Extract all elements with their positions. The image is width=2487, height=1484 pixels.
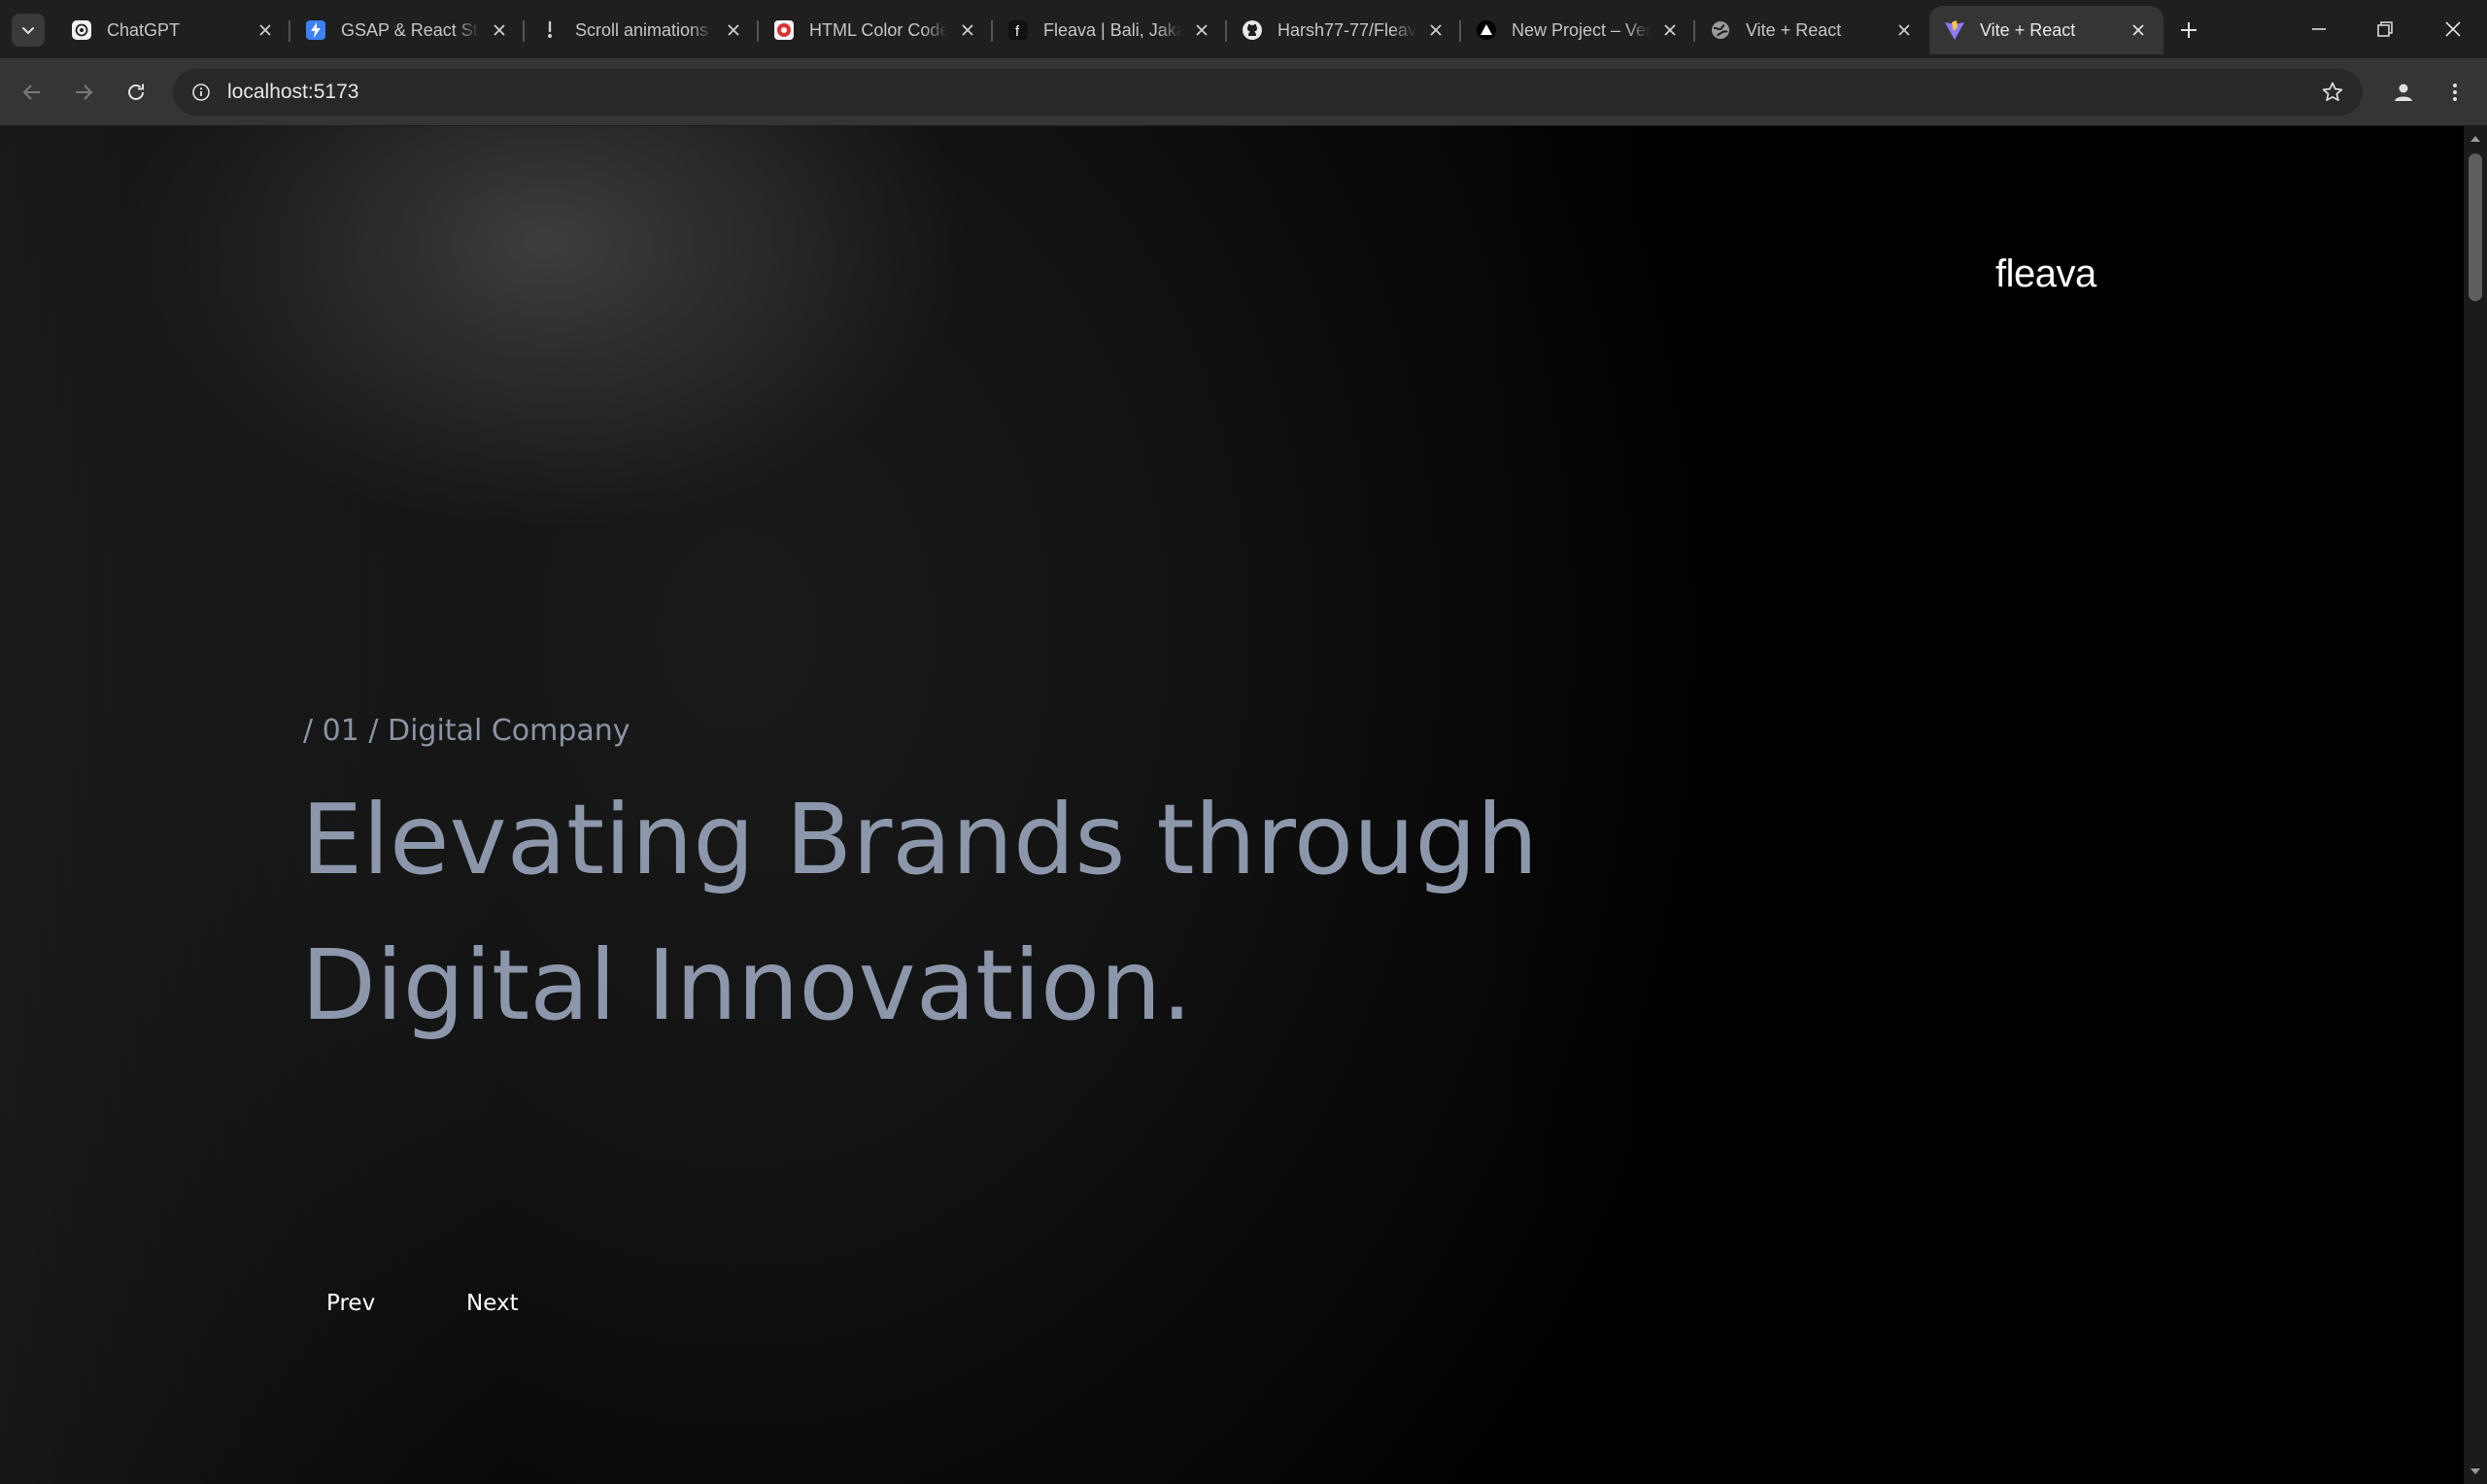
tab-fleava[interactable]: f Fleava | Bali, Jakarta bbox=[993, 6, 1227, 54]
url-text[interactable]: localhost:5173 bbox=[227, 69, 358, 116]
page-viewport: fleava / 01 / Digital Company Elevating … bbox=[0, 126, 2464, 1484]
kebab-menu-icon bbox=[2453, 84, 2457, 101]
tab-gsap-react[interactable]: GSAP & React Starter bbox=[290, 6, 525, 54]
site-logo[interactable]: fleava bbox=[1995, 253, 2096, 296]
scroll-thumb[interactable] bbox=[2469, 153, 2482, 301]
color-picker-icon bbox=[772, 18, 796, 42]
reload-icon bbox=[128, 84, 144, 100]
scroll-down-icon[interactable] bbox=[2464, 1461, 2487, 1482]
tab-strip: ChatGPT GSAP & React Starter Scroll anim… bbox=[0, 0, 2487, 58]
headline-line-1: Elevating Brands through bbox=[301, 783, 1539, 896]
tab-html-color-codes[interactable]: HTML Color Codes bbox=[759, 6, 993, 54]
new-tab-button[interactable] bbox=[2172, 14, 2205, 47]
tab-vite-react-1[interactable]: Vite + React bbox=[1695, 6, 1929, 54]
codepen-icon bbox=[538, 18, 562, 42]
close-icon[interactable] bbox=[2127, 18, 2150, 42]
tab-github[interactable]: Harsh77-77/Fleava bbox=[1227, 6, 1461, 54]
close-icon bbox=[2445, 21, 2461, 37]
tab-title: Vite + React bbox=[1980, 19, 2076, 40]
chevron-down-icon bbox=[22, 27, 34, 35]
tab-vite-react-active[interactable]: Vite + React bbox=[1929, 6, 2163, 54]
github-icon bbox=[1241, 18, 1264, 42]
profile-button[interactable] bbox=[2383, 72, 2424, 113]
address-bar[interactable]: localhost:5173 bbox=[173, 69, 2363, 116]
close-icon[interactable] bbox=[488, 18, 511, 42]
site-info-icon[interactable] bbox=[187, 78, 216, 107]
minimize-icon bbox=[2312, 28, 2326, 30]
restore-icon bbox=[2377, 21, 2393, 37]
tab-title: Vite + React bbox=[1746, 19, 1842, 40]
vite-icon bbox=[1943, 18, 1966, 42]
close-icon[interactable] bbox=[1424, 18, 1448, 42]
close-window-button[interactable] bbox=[2423, 6, 2483, 52]
globe-icon bbox=[1709, 18, 1732, 42]
arrow-right-icon bbox=[76, 84, 93, 100]
tab-list: ChatGPT GSAP & React Starter Scroll anim… bbox=[56, 6, 2163, 58]
chatgpt-icon bbox=[70, 18, 93, 42]
close-icon[interactable] bbox=[1190, 18, 1213, 42]
close-icon[interactable] bbox=[722, 18, 745, 42]
tab-title: ChatGPT bbox=[107, 19, 181, 40]
menu-button[interactable] bbox=[2435, 72, 2475, 113]
close-icon[interactable] bbox=[254, 18, 277, 42]
next-button[interactable]: Next bbox=[466, 1282, 519, 1325]
tab-title: Scroll animations bbox=[575, 19, 709, 40]
minimize-button[interactable] bbox=[2289, 6, 2349, 52]
profile-icon bbox=[2395, 84, 2412, 101]
prev-button[interactable]: Prev bbox=[326, 1282, 375, 1325]
bookmark-star-icon[interactable] bbox=[2318, 78, 2347, 107]
tab-title: Fleava | Bali, Jakarta bbox=[1043, 19, 1182, 40]
tab-title: HTML Color Codes bbox=[809, 19, 948, 40]
tab-scroll-animations[interactable]: Scroll animations bbox=[525, 6, 759, 54]
close-icon[interactable] bbox=[956, 18, 979, 42]
browser-toolbar: localhost:5173 bbox=[0, 58, 2487, 126]
back-button[interactable] bbox=[12, 72, 52, 113]
close-icon[interactable] bbox=[1658, 18, 1682, 42]
tab-title: GSAP & React Starter bbox=[341, 19, 480, 40]
bolt-icon bbox=[304, 18, 327, 42]
vercel-icon bbox=[1475, 18, 1498, 42]
forward-button[interactable] bbox=[63, 72, 104, 113]
fleava-icon: f bbox=[1006, 18, 1030, 42]
tab-title: New Project – Vercel bbox=[1512, 19, 1651, 40]
tab-vercel[interactable]: New Project – Vercel bbox=[1461, 6, 1695, 54]
tab-search-button[interactable] bbox=[12, 14, 45, 47]
plus-icon bbox=[2181, 22, 2197, 38]
scroll-up-icon[interactable] bbox=[2464, 128, 2487, 150]
hero-headline: Elevating Brands through Digital Innovat… bbox=[301, 767, 1758, 1059]
reload-button[interactable] bbox=[116, 72, 156, 113]
close-icon[interactable] bbox=[1892, 18, 1916, 42]
tab-chatgpt[interactable]: ChatGPT bbox=[56, 6, 290, 54]
slide-eyebrow: / 01 / Digital Company bbox=[303, 714, 630, 748]
restore-button[interactable] bbox=[2355, 6, 2415, 52]
vertical-scrollbar[interactable] bbox=[2464, 126, 2487, 1484]
arrow-left-icon bbox=[22, 84, 40, 100]
tab-title: Harsh77-77/Fleava bbox=[1278, 19, 1416, 40]
headline-line-2: Digital Innovation. bbox=[301, 928, 1193, 1042]
